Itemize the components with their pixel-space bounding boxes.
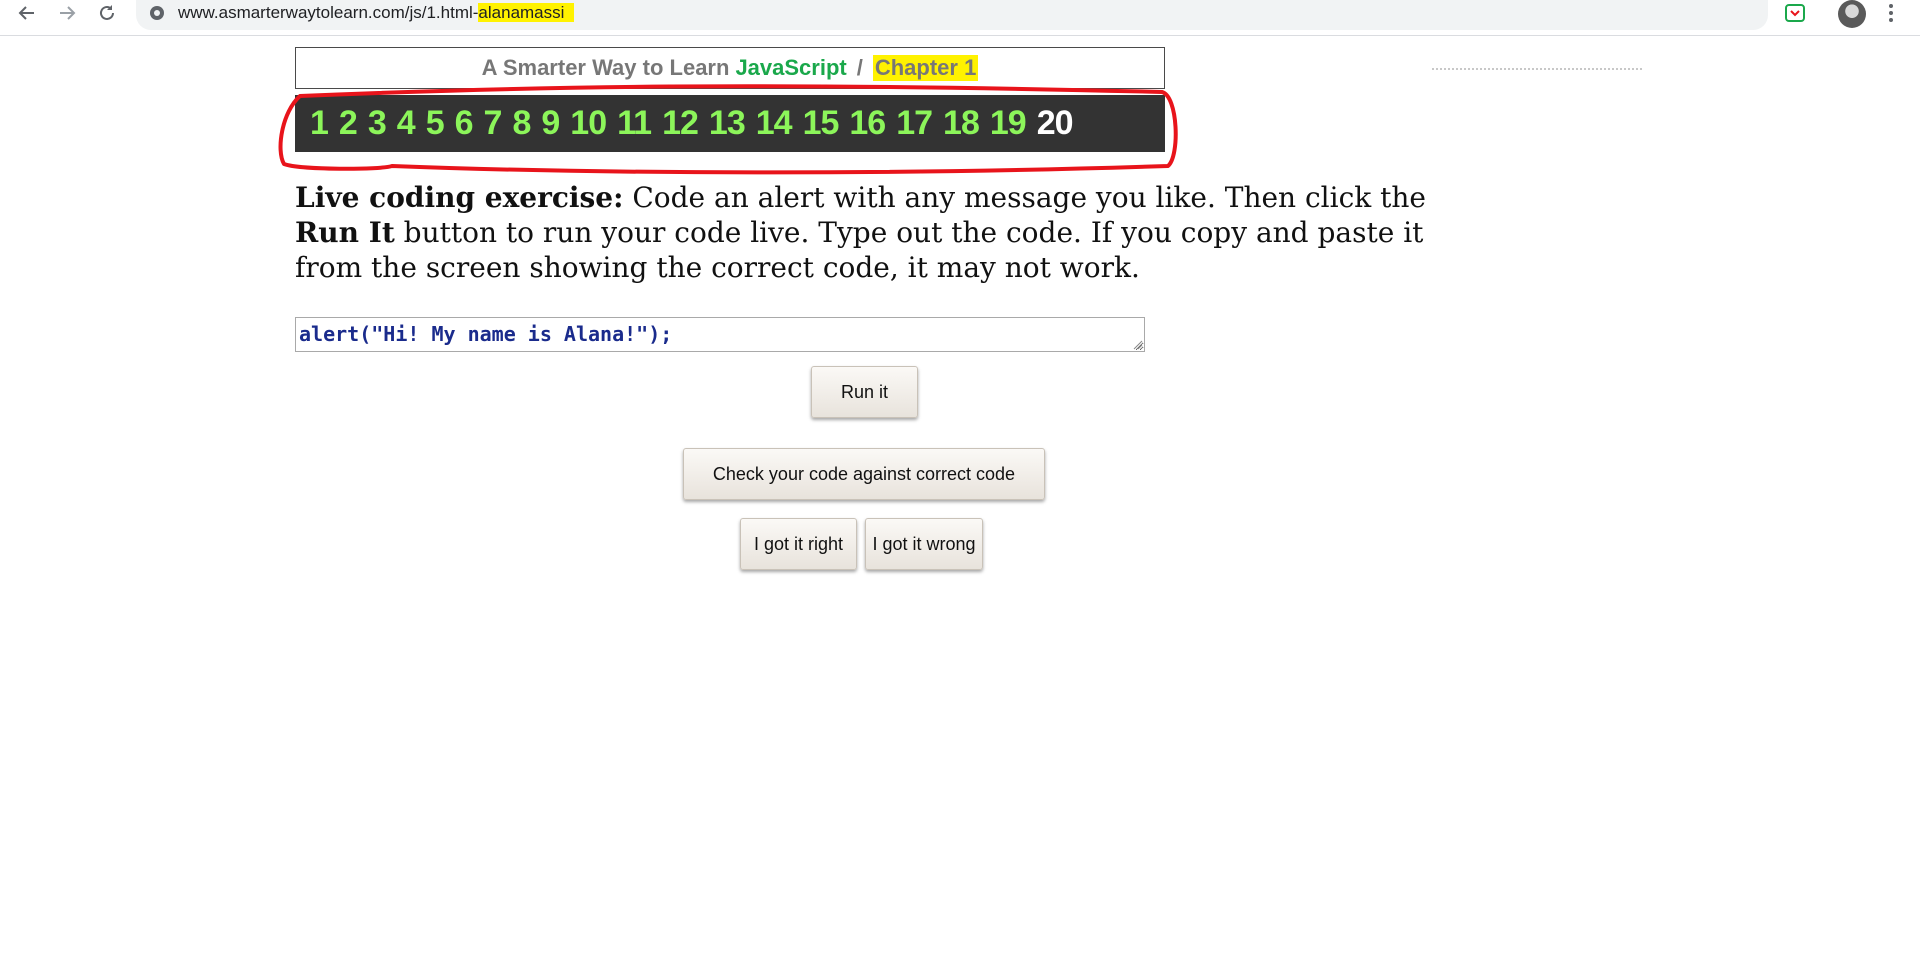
title-prefix: A Smarter Way to Learn (481, 55, 730, 80)
browser-toolbar: www.asmarterwaytolearn.com/js/1.html-ala… (0, 0, 1920, 36)
chapter-link-3[interactable]: 3 (368, 104, 387, 143)
chapter-link-1[interactable]: 1 (310, 104, 329, 143)
url-highlight-trail (564, 3, 574, 22)
chapter-link-7[interactable]: 7 (484, 104, 503, 143)
chapter-link-10[interactable]: 10 (570, 104, 607, 143)
chapter-link-9[interactable]: 9 (541, 104, 560, 143)
got-it-right-button[interactable]: I got it right (740, 518, 857, 570)
chapter-link-11[interactable]: 11 (617, 104, 652, 143)
chapter-link-17[interactable]: 17 (896, 104, 933, 143)
back-arrow-icon[interactable] (12, 0, 42, 26)
url-text[interactable]: www.asmarterwaytolearn.com/js/1.html-ala… (178, 2, 574, 24)
url-highlight: alanamassi (478, 3, 565, 22)
page-title: A Smarter Way to Learn JavaScript / Chap… (295, 47, 1165, 89)
reload-icon[interactable] (92, 0, 122, 26)
chapter-link-14[interactable]: 14 (756, 104, 793, 143)
forward-arrow-icon[interactable] (52, 0, 82, 26)
resize-grip-icon[interactable] (1132, 339, 1143, 350)
chapter-link-15[interactable]: 15 (803, 104, 840, 143)
chapter-link-18[interactable]: 18 (943, 104, 980, 143)
exercise-text-2: button to run your code live. Type out t… (295, 216, 1424, 284)
exercise-lead: Live coding exercise: (295, 181, 624, 214)
chapter-link-5[interactable]: 5 (426, 104, 445, 143)
chapter-link-13[interactable]: 13 (709, 104, 746, 143)
title-javascript-link[interactable]: JavaScript (735, 55, 846, 81)
title-separator: / (856, 55, 863, 80)
dotted-divider (1432, 68, 1642, 70)
run-it-button[interactable]: Run it (811, 366, 918, 418)
chapter-link-12[interactable]: 12 (662, 104, 699, 143)
chapter-link-8[interactable]: 8 (512, 104, 531, 143)
site-info-icon[interactable] (148, 4, 166, 22)
menu-dots-icon[interactable] (1886, 2, 1896, 24)
address-bar[interactable]: www.asmarterwaytolearn.com/js/1.html-ala… (136, 0, 1768, 30)
chapter-link-16[interactable]: 16 (849, 104, 886, 143)
exercise-instructions: Live coding exercise: Code an alert with… (295, 180, 1435, 285)
chapter-link-19[interactable]: 19 (990, 104, 1027, 143)
chapter-link-6[interactable]: 6 (455, 104, 474, 143)
exercise-run-bold: Run It (295, 216, 395, 249)
extension-icon[interactable] (1784, 2, 1806, 24)
exercise-text-1: Code an alert with any message you like.… (623, 181, 1426, 214)
code-input[interactable] (295, 317, 1145, 352)
title-chapter: Chapter 1 (872, 55, 979, 81)
chapter-link-20[interactable]: 20 (1037, 104, 1074, 143)
chapter-nav-bar: 1 2 3 4 5 6 7 8 9 10 11 12 13 14 15 16 17 18 19 20 (295, 95, 1165, 152)
url-base: www.asmarterwaytolearn.com/js/1.html- (178, 3, 479, 22)
got-it-wrong-button[interactable]: I got it wrong (865, 518, 983, 570)
chapter-link-2[interactable]: 2 (339, 104, 358, 143)
chapter-link-4[interactable]: 4 (397, 104, 416, 143)
profile-avatar[interactable] (1838, 0, 1866, 28)
check-code-button[interactable]: Check your code against correct code (683, 448, 1045, 500)
